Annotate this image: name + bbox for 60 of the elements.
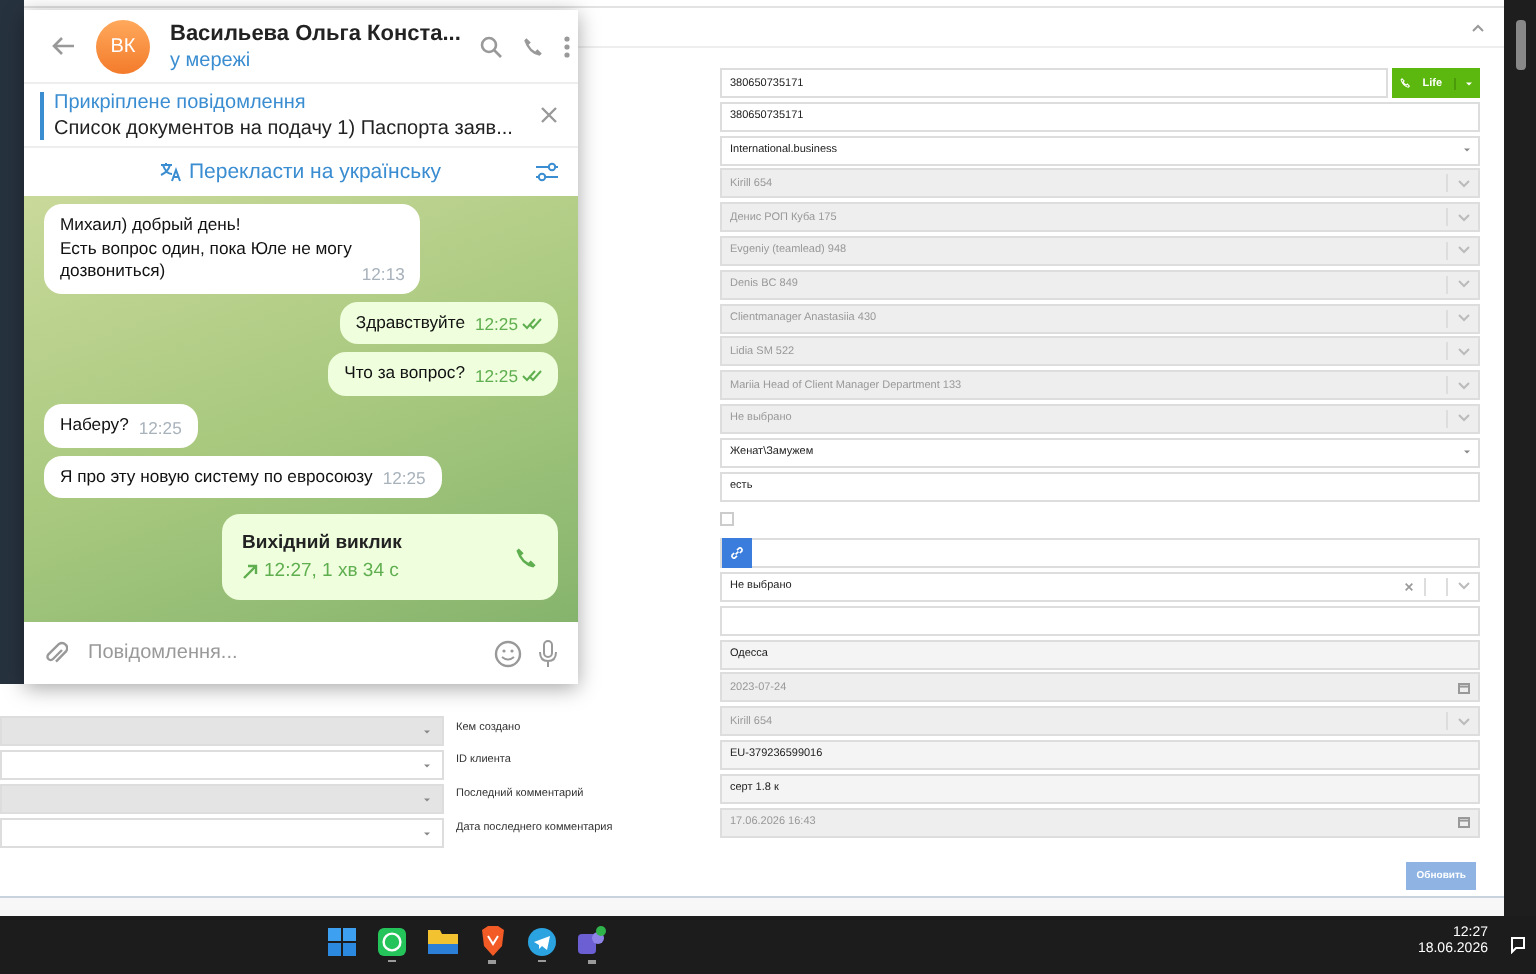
checkbox[interactable] (720, 512, 734, 527)
link-field[interactable] (720, 538, 1480, 569)
pinned-message[interactable]: Прикріплене повідомлення Список документов на подачу 1) Паспорта заяв... (40, 91, 540, 139)
chevron-icon (1458, 246, 1470, 255)
contact-name: Васильева Ольга Конста... (170, 21, 461, 45)
attach-button[interactable] (44, 640, 68, 666)
select-field[interactable] (0, 750, 444, 780)
avatar: ВК (96, 19, 150, 73)
chevron-icon (1458, 347, 1470, 356)
message-bubble: Здравствуйте 12:25 (339, 301, 558, 345)
chevron-icon (1458, 381, 1470, 390)
chat-bubble-icon (378, 927, 406, 956)
close-button[interactable] (540, 106, 558, 124)
windows-icon (328, 927, 356, 956)
clear-icon[interactable] (1404, 581, 1414, 592)
translate-icon (160, 162, 183, 182)
caret-icon (424, 729, 430, 733)
paper-plane-icon (528, 927, 556, 956)
call-button[interactable] (522, 35, 545, 57)
caret-icon (1464, 450, 1470, 455)
back-button[interactable] (52, 36, 76, 56)
contact-status: у мережі (170, 49, 253, 71)
microphone-button[interactable] (538, 639, 558, 667)
scrollbar-thumb[interactable] (1515, 20, 1525, 70)
translate-button[interactable]: Перекласти на українську (160, 160, 442, 184)
calendar-icon (1458, 681, 1470, 694)
caret-icon (424, 763, 430, 767)
notification-icon[interactable] (1510, 936, 1526, 954)
message-bubble: Что за вопрос? 12:25 (328, 352, 558, 396)
chevron-icon (1458, 717, 1470, 726)
chevron-icon (1458, 179, 1470, 188)
call-message[interactable]: Вихідний виклик 12:27, 1 хв 34 с (222, 514, 558, 601)
caret-icon (424, 797, 430, 801)
message-bubble: Я про эту новую систему по евросоюзу 12:25 (44, 455, 442, 499)
chevron-icon (1458, 280, 1470, 289)
calendar-icon (1458, 816, 1470, 829)
input-field[interactable] (720, 605, 1480, 636)
search-button[interactable] (480, 35, 503, 57)
phone-icon (1400, 76, 1411, 90)
caret-icon (1466, 81, 1472, 85)
caret-icon (424, 831, 430, 835)
message-bubble: Михаил) добрый день! Есть вопрос один, пока Юле не могу дозвониться) 12:13 (44, 204, 421, 294)
chevron-up-icon[interactable] (1472, 23, 1484, 31)
shield-icon (479, 926, 505, 957)
chevron-icon (1458, 582, 1470, 591)
chevron-icon (1458, 414, 1470, 423)
settings-button[interactable] (536, 162, 558, 182)
people-icon (576, 926, 608, 957)
chevron-icon (1458, 213, 1470, 222)
link-button[interactable] (722, 538, 752, 569)
phone-icon (514, 545, 538, 570)
link-icon (730, 546, 744, 561)
arrow-icon (242, 563, 258, 580)
message-bubble: Наберу? 12:25 (44, 403, 198, 448)
folder-icon (427, 928, 457, 955)
caret-icon (1464, 148, 1470, 153)
chevron-icon (1458, 314, 1470, 323)
select-field[interactable] (0, 818, 444, 848)
more-button[interactable] (564, 35, 571, 57)
emoji-button[interactable] (494, 639, 522, 667)
